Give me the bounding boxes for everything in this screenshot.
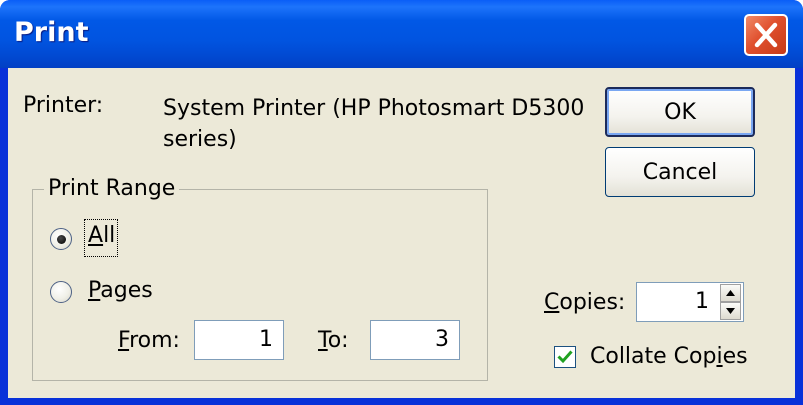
collate-copies-label[interactable]: Collate Copies xyxy=(590,344,748,369)
all-radio-label[interactable]: All xyxy=(88,223,115,248)
print-dialog-window: Print Printer: System Printer (HP Photos… xyxy=(0,0,803,405)
all-radio[interactable] xyxy=(50,228,72,250)
dialog-body: Printer: System Printer (HP Photosmart D… xyxy=(8,68,795,398)
printer-name-line2: series) xyxy=(163,127,237,152)
close-icon xyxy=(754,22,778,48)
cancel-button[interactable]: Cancel xyxy=(605,147,755,197)
printer-label: Printer: xyxy=(23,93,104,118)
copies-spin-down-button[interactable] xyxy=(720,302,741,320)
ok-button[interactable]: OK xyxy=(605,87,755,137)
close-button[interactable] xyxy=(744,14,788,56)
radio-selected-dot xyxy=(57,235,66,244)
printer-name: System Printer (HP Photosmart D5300 seri… xyxy=(163,93,603,155)
arrow-up-icon xyxy=(726,290,735,296)
copies-label: Copies: xyxy=(544,290,626,315)
print-range-title: Print Range xyxy=(44,176,180,201)
to-input[interactable]: 3 xyxy=(370,320,460,360)
pages-radio[interactable] xyxy=(50,281,72,303)
from-label: From: xyxy=(118,328,180,353)
checkmark-icon xyxy=(557,350,573,364)
printer-name-line1: System Printer (HP Photosmart D5300 xyxy=(163,96,585,121)
window-title: Print xyxy=(14,17,89,48)
copies-spin-up-button[interactable] xyxy=(720,284,741,302)
arrow-down-icon xyxy=(726,308,735,314)
from-input[interactable]: 1 xyxy=(194,320,284,360)
title-bar[interactable]: Print xyxy=(0,0,803,68)
pages-radio-label[interactable]: Pages xyxy=(88,278,153,303)
to-label: To: xyxy=(318,328,349,353)
collate-copies-checkbox[interactable] xyxy=(554,346,576,368)
